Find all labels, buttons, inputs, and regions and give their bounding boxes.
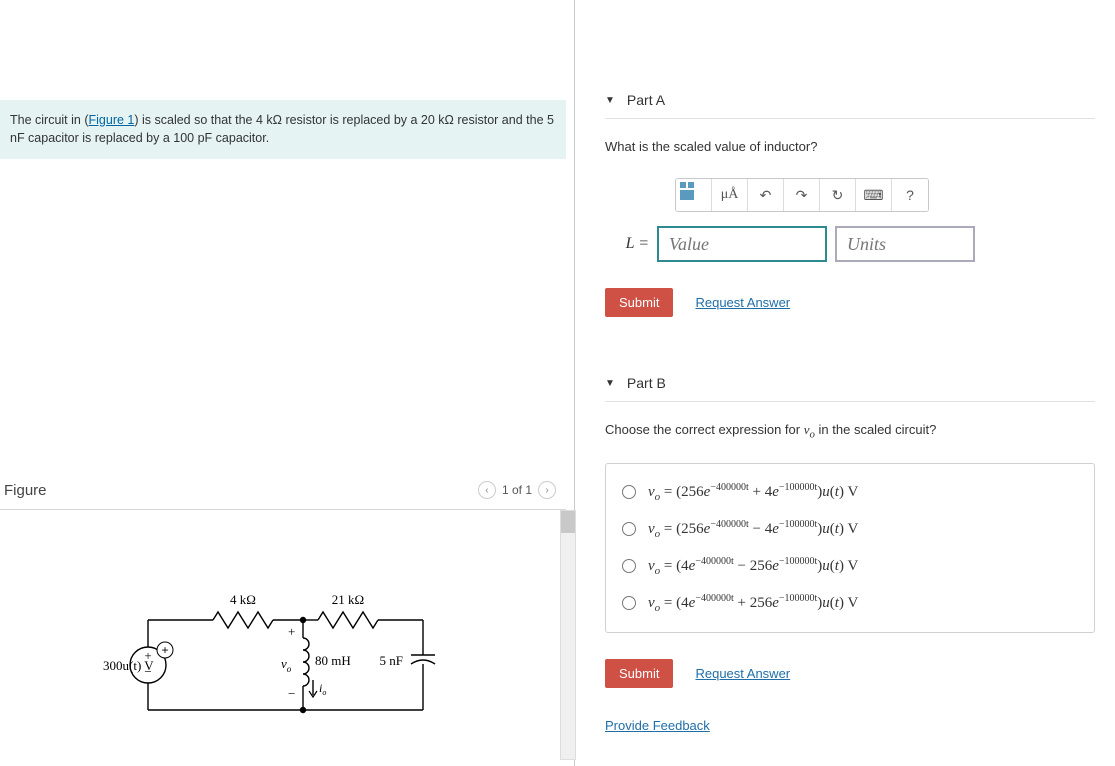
r2-label: 21 kΩ xyxy=(332,592,364,607)
option-radio[interactable] xyxy=(622,596,636,610)
pager-next-icon[interactable]: › xyxy=(538,481,556,499)
answer-label: L = xyxy=(605,235,649,253)
option-row[interactable]: vo = (4e−400000t − 256e−100000t)u(t) V xyxy=(622,548,1078,585)
pb-q-prefix: Choose the correct expression for xyxy=(605,422,804,437)
pager-prev-icon[interactable]: ‹ xyxy=(478,481,496,499)
vo-sub: o xyxy=(287,664,292,674)
option-radio[interactable] xyxy=(622,522,636,536)
figure-header: Figure ‹ 1 of 1 › xyxy=(0,475,566,510)
option-expression: vo = (256e−400000t − 4e−100000t)u(t) V xyxy=(648,519,858,540)
caret-down-icon: ▼ xyxy=(605,378,615,389)
inductor-label: 80 mH xyxy=(315,653,351,668)
vo-minus: − xyxy=(288,686,295,701)
part-b-title: Part B xyxy=(627,375,666,391)
option-expression: vo = (4e−400000t − 256e−100000t)u(t) V xyxy=(648,556,858,577)
cap-label: 5 nF xyxy=(380,653,403,668)
figure-scrollbar[interactable] xyxy=(560,510,576,760)
option-radio[interactable] xyxy=(622,485,636,499)
units-input[interactable] xyxy=(835,226,975,262)
part-a-question: What is the scaled value of inductor? xyxy=(605,139,1095,154)
part-a-submit-button[interactable]: Submit xyxy=(605,288,673,317)
help-icon[interactable]: ? xyxy=(892,178,928,212)
vo-plus: + xyxy=(288,624,295,639)
value-input[interactable] xyxy=(657,226,827,262)
answer-row: L = xyxy=(605,226,1095,262)
svg-text:io: io xyxy=(319,681,326,697)
option-radio[interactable] xyxy=(622,559,636,573)
templates-icon[interactable] xyxy=(676,178,712,212)
option-expression: vo = (4e−400000t + 256e−100000t)u(t) V xyxy=(648,593,858,614)
right-pane: ▼ Part A What is the scaled value of ind… xyxy=(575,0,1115,766)
option-row[interactable]: vo = (4e−400000t + 256e−100000t)u(t) V xyxy=(622,585,1078,622)
part-b-request-answer-link[interactable]: Request Answer xyxy=(695,666,790,681)
left-pane: The circuit in (Figure 1) is scaled so t… xyxy=(0,0,575,766)
pb-q-suffix: in the scaled circuit? xyxy=(815,422,936,437)
part-a-section: ▼ Part A What is the scaled value of ind… xyxy=(605,84,1095,317)
part-a-title: Part A xyxy=(627,92,665,108)
option-row[interactable]: vo = (256e−400000t − 4e−100000t)u(t) V xyxy=(622,511,1078,548)
provide-feedback-link[interactable]: Provide Feedback xyxy=(605,718,710,733)
option-expression: vo = (256e−400000t + 4e−100000t)u(t) V xyxy=(648,482,858,503)
r1-label: 4 kΩ xyxy=(230,592,256,607)
part-b-question: Choose the correct expression for vo in … xyxy=(605,422,1095,441)
equation-toolbar: μÅ ↶ ↷ ↻ ⌨ ? xyxy=(675,178,929,212)
part-b-section: ▼ Part B Choose the correct expression f… xyxy=(605,367,1095,688)
part-b-header[interactable]: ▼ Part B xyxy=(605,367,1095,402)
keyboard-icon[interactable]: ⌨ xyxy=(856,178,892,212)
circuit-diagram: + − 300u(t) V + 4 kΩ 21 kΩ + − vo 80 mH … xyxy=(0,580,566,730)
io-sub: o xyxy=(322,688,326,697)
redo-icon[interactable]: ↷ xyxy=(784,178,820,212)
figure-section: Figure ‹ 1 of 1 › xyxy=(0,475,566,730)
reset-icon[interactable]: ↻ xyxy=(820,178,856,212)
svg-text:vo: vo xyxy=(281,656,292,674)
part-a-header[interactable]: ▼ Part A xyxy=(605,84,1095,119)
option-row[interactable]: vo = (256e−400000t + 4e−100000t)u(t) V xyxy=(622,474,1078,511)
part-b-submit-button[interactable]: Submit xyxy=(605,659,673,688)
figure-pager: ‹ 1 of 1 › xyxy=(478,481,556,499)
figure-link[interactable]: Figure 1 xyxy=(89,113,135,127)
part-a-request-answer-link[interactable]: Request Answer xyxy=(695,295,790,310)
svg-text:+: + xyxy=(161,643,168,657)
pager-text: 1 of 1 xyxy=(502,483,532,497)
problem-statement: The circuit in (Figure 1) is scaled so t… xyxy=(0,100,566,159)
caret-down-icon: ▼ xyxy=(605,95,615,106)
undo-icon[interactable]: ↶ xyxy=(748,178,784,212)
source-label: 300u(t) V xyxy=(103,658,154,673)
problem-text-prefix: The circuit in ( xyxy=(10,113,89,127)
figure-title: Figure xyxy=(4,482,47,499)
mu-a-button[interactable]: μÅ xyxy=(712,178,748,212)
options-box: vo = (256e−400000t + 4e−100000t)u(t) V vo… xyxy=(605,463,1095,633)
